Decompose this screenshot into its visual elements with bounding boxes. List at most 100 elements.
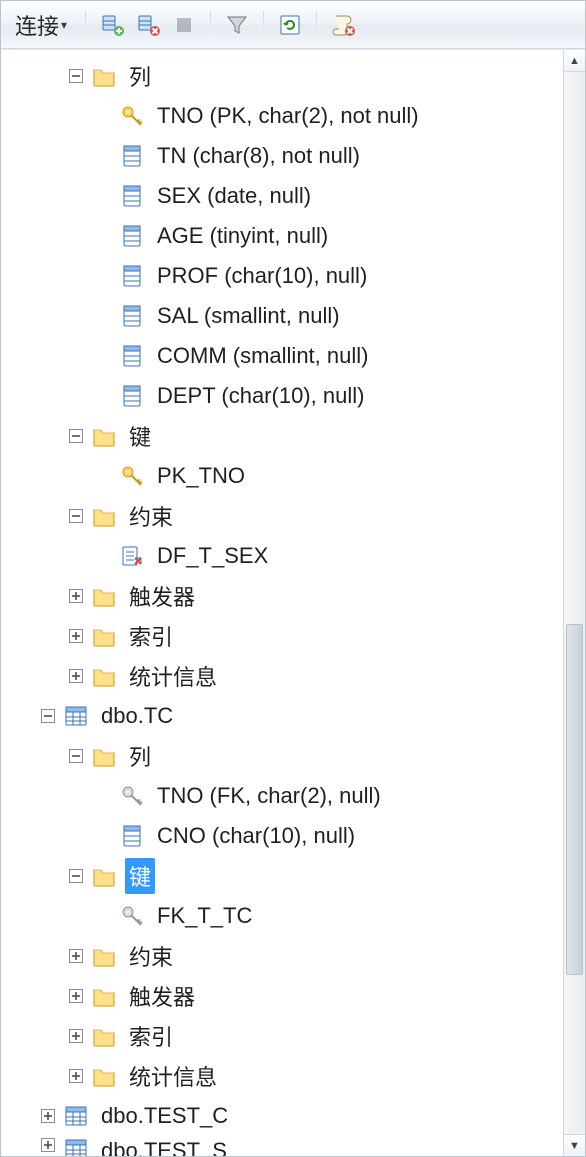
expand-icon[interactable] [67,1027,85,1045]
add-connection-icon[interactable] [98,11,126,39]
stop-icon[interactable] [170,11,198,39]
tree-node[interactable]: dbo.TEST_S [11,1136,585,1156]
folder-icon [91,1063,117,1089]
tree-node[interactable]: 索引 [11,1016,585,1056]
tree-node[interactable]: TN (char(8), not null) [11,136,585,176]
vertical-scrollbar[interactable]: ▲ ▼ [563,50,585,1156]
tree-node[interactable]: CNO (char(10), null) [11,816,585,856]
refresh-icon[interactable] [276,11,304,39]
tree-node-label: TNO (PK, char(2), not null) [153,101,423,131]
toolbar-separator [263,11,264,39]
expand-icon[interactable] [39,1107,57,1125]
tree-node[interactable]: 键 [11,416,585,456]
tree-node-label: 约束 [125,498,177,534]
folder-icon [91,423,117,449]
tree-node[interactable]: FK_T_TC [11,896,585,936]
tree-node[interactable]: 索引 [11,616,585,656]
folder-icon [91,943,117,969]
collapse-icon[interactable] [67,427,85,445]
toolbar-separator [85,11,86,39]
tree-node[interactable]: 统计信息 [11,656,585,696]
column-icon [119,343,145,369]
tree-node-label: dbo.TEST_C [97,1101,232,1131]
scroll-down-button[interactable]: ▼ [564,1134,585,1156]
tree-panel: 列 TNO (PK, char(2), not null) TN (char(8),… [1,49,585,1156]
tree-node-label: PROF (char(10), null) [153,261,371,291]
tree-node[interactable]: dbo.TEST_C [11,1096,585,1136]
tree-node[interactable]: DF_T_SEX [11,536,585,576]
tree-node-label: 统计信息 [125,658,221,694]
expand-icon[interactable] [67,587,85,605]
toolbar-separator [210,11,211,39]
column-icon [119,223,145,249]
tree-node[interactable]: 列 [11,56,585,96]
tree-node[interactable]: 约束 [11,936,585,976]
tree-node[interactable]: SAL (smallint, null) [11,296,585,336]
tree-node-label: TNO (FK, char(2), null) [153,781,385,811]
table-icon [63,1103,89,1129]
column-icon [119,183,145,209]
scroll-thumb[interactable] [566,624,583,974]
tree-node[interactable]: PROF (char(10), null) [11,256,585,296]
collapse-icon[interactable] [39,707,57,725]
tree-node[interactable]: 列 [11,736,585,776]
tree-node[interactable]: dbo.TC [11,696,585,736]
column-icon [119,823,145,849]
tree-node[interactable]: 约束 [11,496,585,536]
remove-connection-icon[interactable] [134,11,162,39]
key-gray-icon [119,783,145,809]
collapse-icon[interactable] [67,747,85,765]
tree-node[interactable]: COMM (smallint, null) [11,336,585,376]
toolbar: 连接 ▾ [1,1,585,49]
expand-icon[interactable] [67,1067,85,1085]
filter-icon[interactable] [223,11,251,39]
folder-icon [91,1023,117,1049]
tree-node[interactable]: PK_TNO [11,456,585,496]
tree-node-label: FK_T_TC [153,901,256,931]
script-error-icon[interactable] [329,11,357,39]
tree-node[interactable]: 键 [11,856,585,896]
tree-node-label: CNO (char(10), null) [153,821,359,851]
expand-icon[interactable] [67,627,85,645]
constraint-icon [119,543,145,569]
expand-icon[interactable] [67,987,85,1005]
tree-node[interactable]: AGE (tinyint, null) [11,216,585,256]
tree-node-label: DEPT (char(10), null) [153,381,368,411]
table-icon [63,1136,89,1156]
tree-node[interactable]: 统计信息 [11,1056,585,1096]
collapse-icon[interactable] [67,867,85,885]
column-icon [119,383,145,409]
expand-icon[interactable] [67,667,85,685]
key-gray-icon [119,903,145,929]
scroll-up-button[interactable]: ▲ [564,50,585,72]
tree-node-label: AGE (tinyint, null) [153,221,332,251]
folder-icon [91,623,117,649]
tree-node[interactable]: TNO (FK, char(2), null) [11,776,585,816]
tree-node-label: 索引 [125,618,177,654]
scroll-track[interactable] [564,72,585,1134]
tree-node-label: TN (char(8), not null) [153,141,364,171]
chevron-down-icon: ▾ [61,18,67,32]
folder-icon [91,583,117,609]
tree-node-label: 列 [125,58,155,94]
expand-icon[interactable] [67,947,85,965]
tree-node[interactable]: 触发器 [11,976,585,1016]
tree-node-label: DF_T_SEX [153,541,272,571]
tree-node[interactable]: TNO (PK, char(2), not null) [11,96,585,136]
collapse-icon[interactable] [67,507,85,525]
tree-node-label: SEX (date, null) [153,181,315,211]
tree-view[interactable]: 列 TNO (PK, char(2), not null) TN (char(8),… [1,50,585,1156]
tree-node[interactable]: SEX (date, null) [11,176,585,216]
tree-node[interactable]: 触发器 [11,576,585,616]
collapse-icon[interactable] [67,67,85,85]
tree-node-label: 索引 [125,1018,177,1054]
tree-node-label: dbo.TC [97,701,177,731]
tree-node-label: 列 [125,738,155,774]
connect-menu-button[interactable]: 连接 ▾ [9,7,73,43]
tree-node[interactable]: DEPT (char(10), null) [11,376,585,416]
tree-node-label: dbo.TEST_S [97,1136,231,1156]
tree-node-label: COMM (smallint, null) [153,341,372,371]
column-icon [119,303,145,329]
object-explorer-window: 连接 ▾ 列 TNO (PK, char(2), not null) TN (cha… [0,0,586,1157]
expand-icon[interactable] [39,1136,57,1154]
